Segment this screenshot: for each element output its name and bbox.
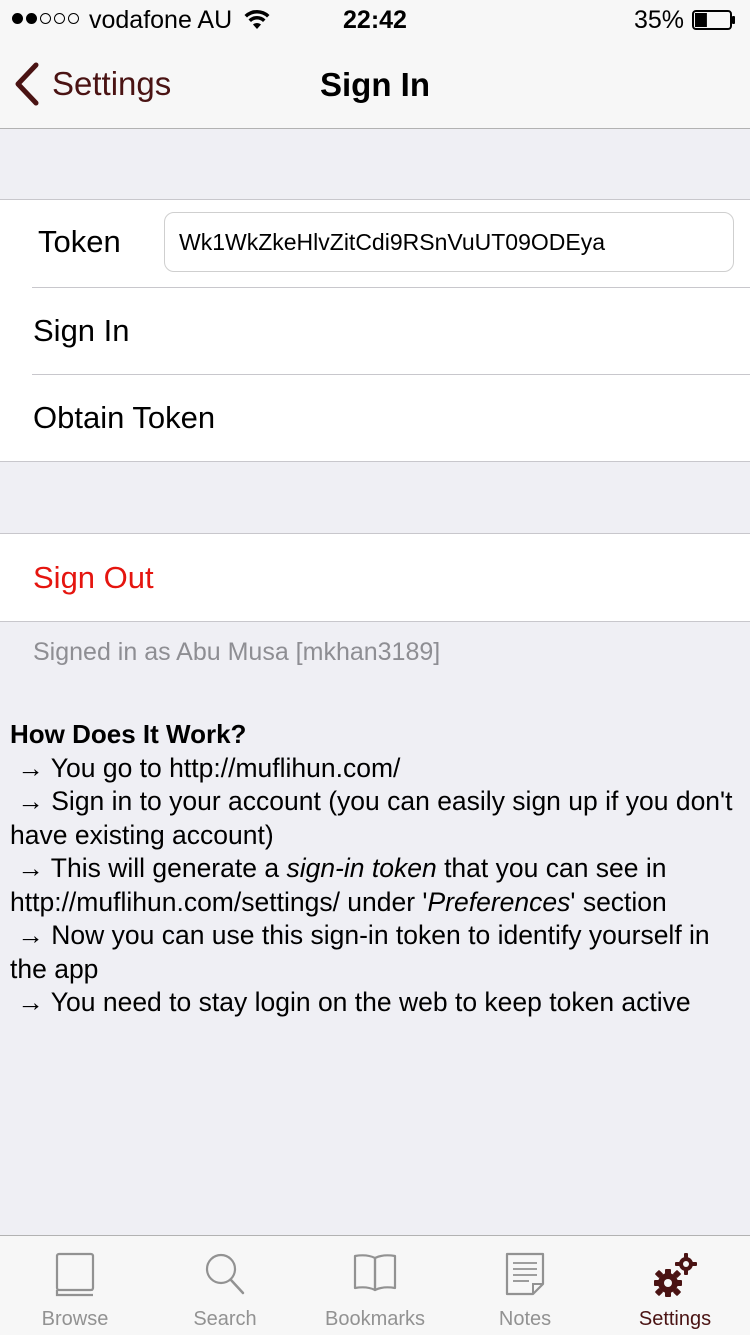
- tab-label: Search: [193, 1308, 257, 1330]
- help-title: How Does It Work?: [10, 719, 247, 749]
- arrow-icon: →: [17, 987, 44, 1017]
- navigation-bar: Settings Sign In: [0, 40, 750, 129]
- tab-bar: Browse Search Bookmarks Notes Settings: [0, 1235, 750, 1335]
- tab-label: Notes: [498, 1308, 552, 1330]
- token-label: Token: [38, 224, 121, 259]
- tab-label: Bookmarks: [324, 1308, 426, 1330]
- page-title: Sign In: [320, 66, 430, 103]
- arrow-icon: →: [17, 752, 44, 783]
- help-section: How Does It Work? → You go to http://muf…: [10, 718, 745, 1020]
- obtain-token-label: Obtain Token: [33, 399, 216, 435]
- sign-in-button[interactable]: Sign In: [0, 287, 750, 374]
- tab-notes[interactable]: Notes: [450, 1236, 600, 1335]
- arrow-icon: →: [17, 786, 44, 816]
- open-book-icon: [353, 1254, 397, 1292]
- obtain-token-button[interactable]: Obtain Token: [0, 374, 750, 461]
- signed-in-status: Signed in as Abu Musa [mkhan3189]: [33, 638, 441, 666]
- gears-icon: [654, 1253, 697, 1297]
- sign-in-group: Token Sign In Obtain Token: [0, 199, 750, 462]
- tab-search[interactable]: Search: [150, 1236, 300, 1335]
- sign-out-label: Sign Out: [33, 559, 154, 595]
- sign-out-button[interactable]: Sign Out: [0, 534, 750, 621]
- status-bar: vodafone AU 22:42 35%: [0, 0, 750, 40]
- note-icon: [505, 1252, 545, 1296]
- token-row: Token: [0, 200, 750, 287]
- sign-in-label: Sign In: [33, 312, 130, 348]
- help-step: → Sign in to your account (you can easil…: [10, 786, 733, 850]
- sign-out-group: Sign Out: [0, 533, 750, 622]
- tab-browse[interactable]: Browse: [0, 1236, 150, 1335]
- help-step: → You go to http://muflihun.com/: [17, 752, 401, 783]
- help-step: → Now you can use this sign-in token to …: [10, 920, 710, 984]
- tab-settings[interactable]: Settings: [600, 1236, 750, 1335]
- help-step: → You need to stay login on the web to k…: [17, 987, 691, 1017]
- search-icon: [205, 1253, 245, 1295]
- tab-label: Settings: [638, 1308, 712, 1330]
- tab-bookmarks[interactable]: Bookmarks: [300, 1236, 450, 1335]
- tab-label: Browse: [41, 1308, 109, 1330]
- arrow-icon: →: [17, 853, 44, 883]
- token-input[interactable]: [164, 212, 734, 272]
- battery-icon: [692, 10, 735, 30]
- battery-percent: 35%: [633, 6, 684, 34]
- arrow-icon: →: [17, 920, 44, 950]
- book-icon: [55, 1252, 95, 1297]
- help-step: → This will generate a sign-in token tha…: [10, 853, 667, 917]
